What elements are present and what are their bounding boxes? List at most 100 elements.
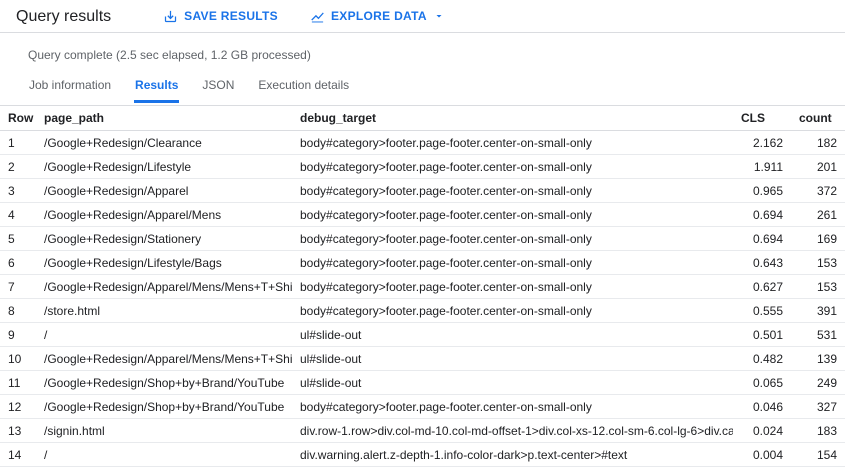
cls-value-cell: 0.643 [733,250,791,275]
results-tab-bar: Job information Results JSON Execution d… [0,75,845,103]
row-number-cell: 11 [0,370,36,395]
query-results-table: Row page_path debug_target CLS count 1/G… [0,105,845,467]
query-status-text: Query complete (2.5 sec elapsed, 1.2 GB … [28,48,311,62]
count-value-cell: 153 [791,250,845,275]
debug-target-cell: ul#slide-out [292,370,733,395]
save-results-label: SAVE RESULTS [184,9,278,23]
column-header-row: Row [0,105,36,131]
count-value-cell: 183 [791,418,845,443]
count-value-cell: 154 [791,442,845,467]
page-path-cell: /Google+Redesign/Shop+by+Brand/YouTube [36,394,292,419]
page-path-cell: /Google+Redesign/Apparel/Mens [36,202,292,227]
row-number-cell: 9 [0,322,36,347]
count-value-cell: 249 [791,370,845,395]
table-row: 11/Google+Redesign/Shop+by+Brand/YouTube… [0,370,845,395]
page-path-cell: /signin.html [36,418,292,443]
count-value-cell: 391 [791,298,845,323]
cls-value-cell: 0.004 [733,442,791,467]
cls-value-cell: 2.162 [733,130,791,155]
debug-target-cell: body#category>footer.page-footer.center-… [292,202,733,227]
cls-value-cell: 0.965 [733,178,791,203]
page-title: Query results [16,7,112,25]
results-table-body: 1/Google+Redesign/Clearance body#category… [0,130,845,467]
save-download-icon [163,9,178,24]
cls-value-cell: 0.501 [733,322,791,347]
cls-value-cell: 0.482 [733,346,791,371]
table-row: 10/Google+Redesign/Apparel/Mens/Mens+T+S… [0,346,845,371]
count-value-cell: 139 [791,346,845,371]
table-row: 2/Google+Redesign/Lifestyle body#category… [0,154,845,179]
column-header-debug-target: debug_target [292,105,733,131]
page-path-cell: / [36,442,292,467]
table-row: 13/signin.html div.row-1.row>div.col-md-1… [0,418,845,443]
cls-value-cell: 0.046 [733,394,791,419]
cls-value-cell: 0.065 [733,370,791,395]
cls-value-cell: 0.024 [733,418,791,443]
table-row: 7/Google+Redesign/Apparel/Mens/Mens+T+Sh… [0,274,845,299]
count-value-cell: 261 [791,202,845,227]
row-number-cell: 1 [0,130,36,155]
tab-json[interactable]: JSON [201,75,235,103]
cls-value-cell: 1.911 [733,154,791,179]
column-header-cls: CLS [733,105,791,131]
cls-value-cell: 0.694 [733,202,791,227]
count-value-cell: 182 [791,130,845,155]
row-number-cell: 6 [0,250,36,275]
debug-target-cell: div.row-1.row>div.col-md-10.col-md-offse… [292,418,733,443]
cls-value-cell: 0.627 [733,274,791,299]
debug-target-cell: body#category>footer.page-footer.center-… [292,154,733,179]
page-path-cell: /Google+Redesign/Shop+by+Brand/YouTube [36,370,292,395]
page-path-cell: /Google+Redesign/Clearance [36,130,292,155]
table-row: 4/Google+Redesign/Apparel/Mens body#categ… [0,202,845,227]
debug-target-cell: body#category>footer.page-footer.center-… [292,130,733,155]
count-value-cell: 531 [791,322,845,347]
page-path-cell: /Google+Redesign/Apparel/Mens/Mens+T+Shi… [36,274,292,299]
debug-target-cell: ul#slide-out [292,322,733,347]
row-number-cell: 5 [0,226,36,251]
page-path-cell: /Google+Redesign/Apparel/Mens/Mens+T+Shi… [36,346,292,371]
table-header-row: Row page_path debug_target CLS count [0,105,845,131]
table-row: 5/Google+Redesign/Stationery body#categor… [0,226,845,251]
debug-target-cell: body#category>footer.page-footer.center-… [292,250,733,275]
table-row: 6/Google+Redesign/Lifestyle/Bags body#cat… [0,250,845,275]
count-value-cell: 153 [791,274,845,299]
debug-target-cell: body#category>footer.page-footer.center-… [292,178,733,203]
row-number-cell: 8 [0,298,36,323]
page-path-cell: /Google+Redesign/Apparel [36,178,292,203]
column-header-page-path: page_path [36,105,292,131]
row-number-cell: 4 [0,202,36,227]
tab-execution-details[interactable]: Execution details [257,75,350,103]
debug-target-cell: body#category>footer.page-footer.center-… [292,274,733,299]
cls-value-cell: 0.694 [733,226,791,251]
table-row: 8/store.html body#category>footer.page-fo… [0,298,845,323]
row-number-cell: 7 [0,274,36,299]
page-path-cell: /Google+Redesign/Lifestyle/Bags [36,250,292,275]
row-number-cell: 2 [0,154,36,179]
tab-results[interactable]: Results [134,75,180,103]
page-path-cell: / [36,322,292,347]
debug-target-cell: body#category>footer.page-footer.center-… [292,298,733,323]
cls-value-cell: 0.555 [733,298,791,323]
page-path-cell: /Google+Redesign/Stationery [36,226,292,251]
query-results-header: Query results SAVE RESULTS EXPLORE DATA [0,0,845,33]
chart-icon [310,9,325,24]
explore-data-button[interactable]: EXPLORE DATA [302,5,453,28]
table-row: 9/ul#slide-out 0.501 531 [0,322,845,347]
column-header-count: count [791,105,845,131]
row-number-cell: 10 [0,346,36,371]
table-row: 3/Google+Redesign/Apparel body#category>f… [0,178,845,203]
row-number-cell: 12 [0,394,36,419]
debug-target-cell: body#category>footer.page-footer.center-… [292,394,733,419]
debug-target-cell: body#category>footer.page-footer.center-… [292,226,733,251]
count-value-cell: 372 [791,178,845,203]
row-number-cell: 14 [0,442,36,467]
page-path-cell: /Google+Redesign/Lifestyle [36,154,292,179]
tab-job-information[interactable]: Job information [28,75,112,103]
count-value-cell: 169 [791,226,845,251]
chevron-down-icon [433,10,445,22]
count-value-cell: 327 [791,394,845,419]
row-number-cell: 13 [0,418,36,443]
table-row: 1/Google+Redesign/Clearance body#category… [0,130,845,155]
explore-data-label: EXPLORE DATA [330,9,427,23]
save-results-button[interactable]: SAVE RESULTS [155,5,286,28]
